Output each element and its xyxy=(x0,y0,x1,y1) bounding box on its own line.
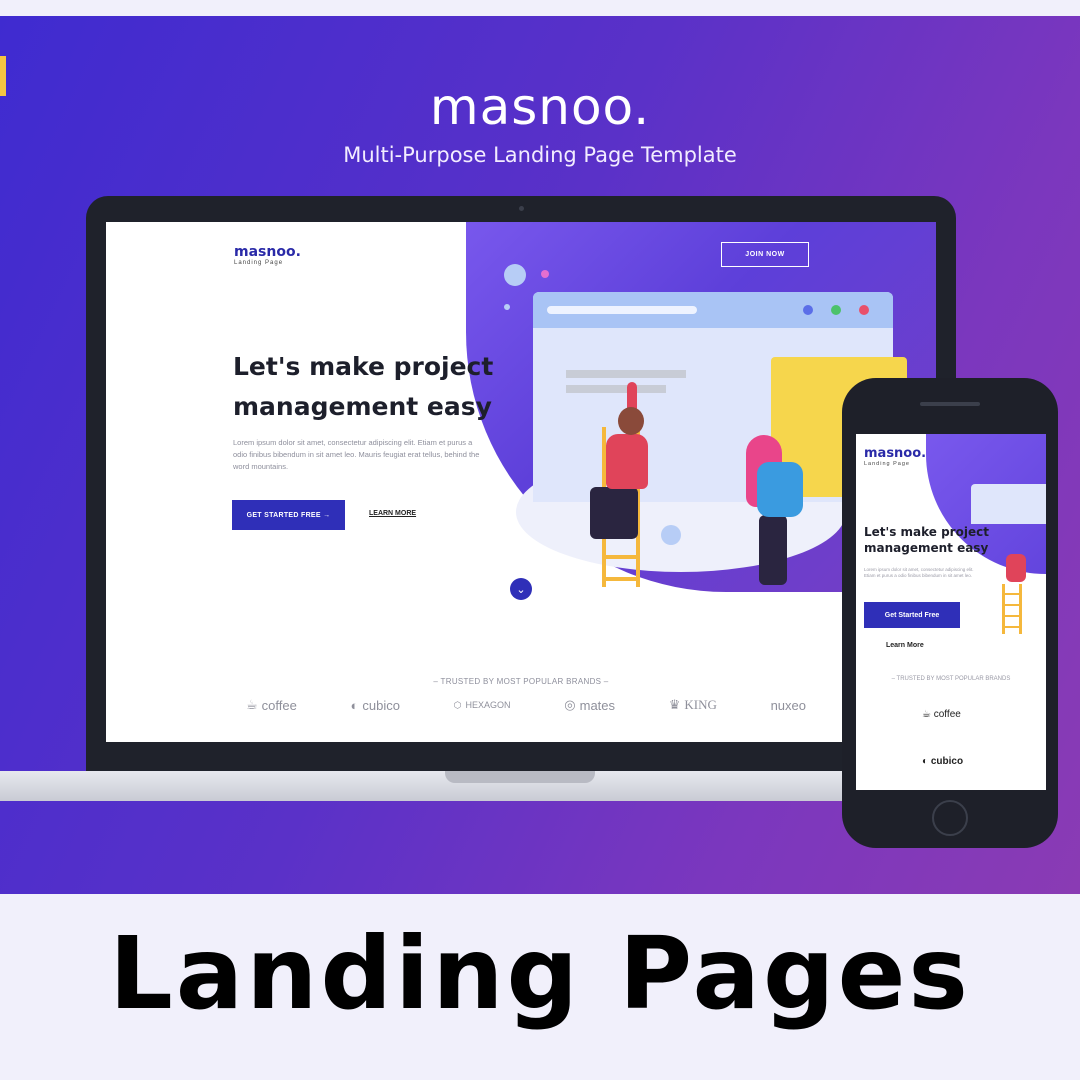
brand-name: coffee xyxy=(933,709,961,720)
browser-dot-green xyxy=(831,305,841,315)
bubble-decor xyxy=(504,304,510,310)
laptop-hinge-notch xyxy=(445,771,595,783)
brand-name: mates xyxy=(579,697,616,713)
text-lines-illustration xyxy=(566,370,686,378)
hero-body-text: Lorem ipsum dolor sit amet, consectetur … xyxy=(233,438,480,471)
join-now-button[interactable]: JOIN NOW xyxy=(721,242,809,267)
brand-logo-king: ♛ KING xyxy=(669,697,717,713)
site-logo-tagline: Landing Page xyxy=(234,260,284,266)
laptop-base xyxy=(0,771,880,801)
learn-more-link[interactable]: LEARN MORE xyxy=(369,510,416,517)
person-climbing-head xyxy=(618,407,644,435)
brand-subtitle: Multi-Purpose Landing Page Template xyxy=(343,143,737,167)
brand-name: nuxeo xyxy=(770,697,806,713)
crown-icon: ♛ xyxy=(668,697,681,712)
brand-name: coffee xyxy=(261,697,297,713)
text-lines-illustration xyxy=(566,385,666,393)
phone-site-logo[interactable]: masnoo. xyxy=(864,446,926,461)
laptop-mockup: masnoo. Landing Page JOIN NOW Let's make… xyxy=(86,196,956,771)
chevron-down-icon[interactable]: ⌄ xyxy=(510,578,532,600)
laptop-screen: masnoo. Landing Page JOIN NOW Let's make… xyxy=(106,222,936,742)
phone-mockup: masnoo. Landing Page Let's make project … xyxy=(842,378,1058,848)
brand-logos: ☕ coffee ◐ cubico ⬡ HEXAGON ◎ mates ♛ KING nu… xyxy=(246,697,806,713)
brand-name: cubico xyxy=(930,756,964,767)
brand-logo-coffee: ☕ coffee xyxy=(246,697,297,713)
trusted-by-label: – TRUSTED BY MOST POPULAR BRANDS – xyxy=(433,677,609,686)
phone-screen: masnoo. Landing Page Let's make project … xyxy=(856,434,1046,790)
brand-logo-nuxeo: nuxeo xyxy=(771,697,806,713)
browser-address xyxy=(547,306,697,314)
hexagon-icon: ⬡ xyxy=(453,699,462,710)
phone-home-button[interactable] xyxy=(932,800,968,836)
bubble-decor xyxy=(541,270,549,278)
phone-learn-more-link[interactable]: Learn More xyxy=(886,642,924,649)
phone-get-started-button[interactable]: Get Started Free xyxy=(864,602,960,628)
brand-name: cubico xyxy=(362,697,400,713)
person-standing-legs xyxy=(759,515,787,585)
mates-icon: ◎ xyxy=(564,697,576,712)
phone-speaker xyxy=(920,402,980,406)
footer-title: Landing Pages xyxy=(109,915,971,1032)
hero-headline: Let's make project management easy xyxy=(233,352,494,421)
phone-brand-logo-cubico: ◐ cubico xyxy=(922,756,963,767)
brand-name: KING xyxy=(684,697,717,712)
browser-bar xyxy=(533,292,893,328)
get-started-button[interactable]: GET STARTED FREE → xyxy=(232,500,345,530)
person-standing xyxy=(757,462,803,517)
person-climbing xyxy=(606,434,648,489)
cup-icon: ☕ xyxy=(922,709,931,720)
phone-site-logo-tagline: Landing Page xyxy=(864,461,910,467)
cubico-icon: ◐ xyxy=(922,756,929,767)
phone-ladder-illustration xyxy=(1002,584,1022,634)
bubble-decor xyxy=(661,525,681,545)
brand-title: masnoo. xyxy=(429,78,651,136)
person-climbing-legs xyxy=(590,487,638,539)
cup-icon: ☕ xyxy=(246,697,258,712)
phone-hero-body-text: Lorem ipsum dolor sit amet, consectetur … xyxy=(864,567,974,578)
cubico-icon: ◐ xyxy=(350,697,359,713)
phone-brand-logo-coffee: ☕ coffee xyxy=(922,709,961,720)
laptop-camera xyxy=(519,206,524,211)
bubble-decor xyxy=(504,264,526,286)
brand-name: HEXAGON xyxy=(465,700,511,710)
phone-hero-headline: Let's make project management easy xyxy=(864,525,989,555)
phone-trusted-by-label: – TRUSTED BY MOST POPULAR BRANDS xyxy=(891,676,1011,682)
browser-dot-red xyxy=(859,305,869,315)
phone-person-illustration xyxy=(1006,554,1026,582)
brand-logo-cubico: ◐ cubico xyxy=(351,697,400,713)
browser-dot-blue xyxy=(803,305,813,315)
brand-logo-mates: ◎ mates xyxy=(564,697,615,713)
site-logo[interactable]: masnoo. xyxy=(234,244,301,260)
brand-logo-hexagon: ⬡ HEXAGON xyxy=(454,697,511,713)
phone-browser-illustration xyxy=(971,484,1046,524)
hero-banner: masnoo. Multi-Purpose Landing Page Templ… xyxy=(0,16,1080,894)
